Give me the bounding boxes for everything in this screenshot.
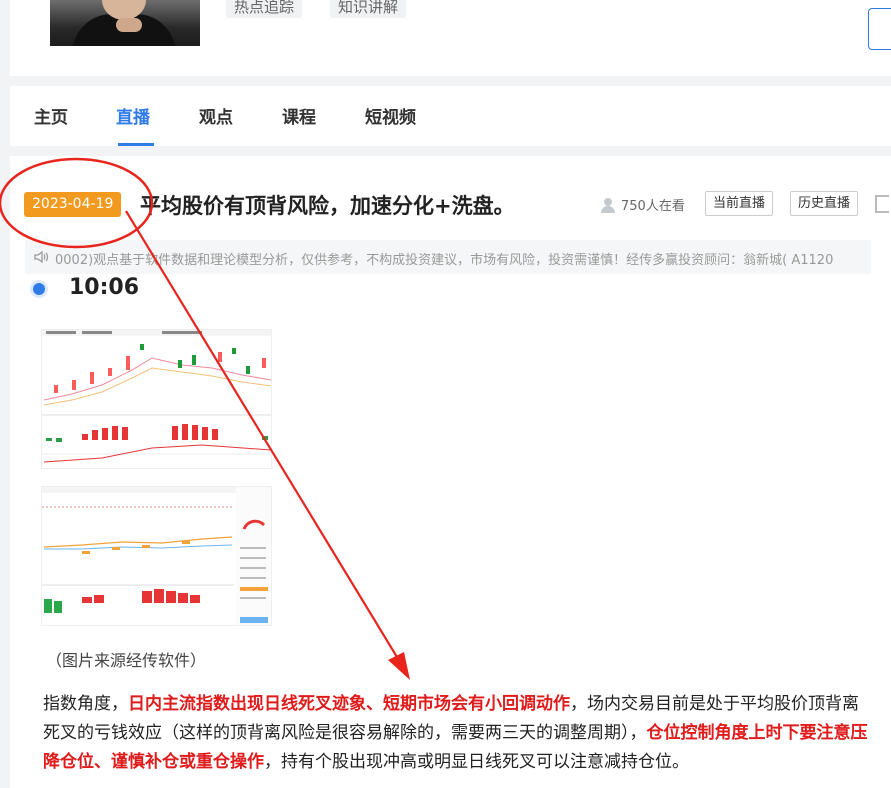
article-text-part: 指数角度， [43,694,128,714]
follow-button[interactable] [868,8,891,50]
tag-hot-tracking[interactable]: 热点追踪 [226,0,303,18]
chart-image-index[interactable] [41,329,272,469]
active-tab-indicator [118,143,154,146]
fullscreen-icon[interactable] [875,195,889,213]
profile-nav: 主页 直播 观点 课程 短视频 [10,86,891,146]
person-icon [600,197,616,213]
image-caption: （图片来源经传软件） [46,651,207,670]
tab-live[interactable]: 直播 [116,103,150,128]
chart-image-intraday[interactable] [41,486,272,626]
tab-views[interactable]: 观点 [199,103,233,128]
tab-courses[interactable]: 课程 [282,103,316,128]
profile-header: 热点追踪 知识讲解 [10,0,891,76]
post-time: 10:06 [69,275,140,300]
tab-home[interactable]: 主页 [34,103,68,128]
speaker-icon [34,250,49,264]
notice-text: 0002)观点基于软件数据和理论模型分析，仅供参考，不构成投资建议，市场有风险，… [55,253,834,268]
avatar[interactable] [50,0,200,46]
date-badge: 2023-04-19 [24,192,122,217]
timeline-dot [33,283,45,295]
tag-knowledge[interactable]: 知识讲解 [330,0,407,18]
viewer-count-text: 750人在看 [621,199,685,214]
tab-short-video[interactable]: 短视频 [365,103,416,128]
history-live-button[interactable]: 历史直播 [790,191,859,216]
live-title: 平均股价有顶背风险，加速分化+洗盘。 [140,194,515,218]
viewer-count: 750人在看 [600,195,685,214]
current-live-button[interactable]: 当前直播 [705,191,774,216]
article-text-part: ，持有个股出现冲高或明显日线死叉可以注意减持仓位。 [264,752,689,772]
article-text: 指数角度，日内主流指数出现日线死叉迹象、短期市场会有小回调动作，场内交易目前是处… [43,690,869,777]
live-content: 2023-04-19 平均股价有顶背风险，加速分化+洗盘。 750人在看 当前直… [10,156,891,788]
notice-bar: 0002)观点基于软件数据和理论模型分析，仅供参考，不构成投资建议，市场有风险，… [25,240,871,274]
article-highlight: 日内主流指数出现日线死叉迹象、短期市场会有小回调动作 [128,694,570,714]
